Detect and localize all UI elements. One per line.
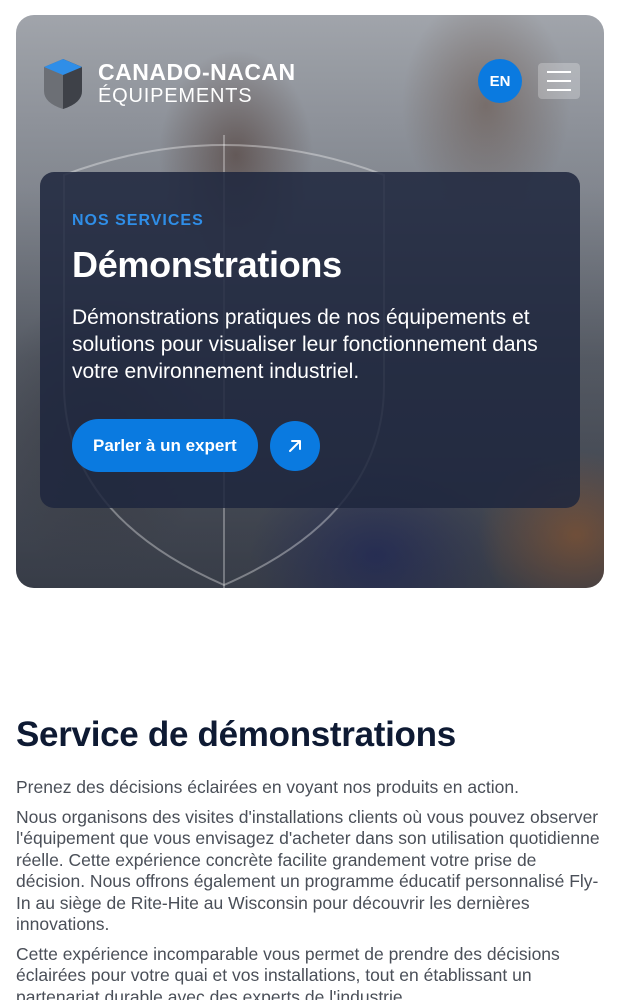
- section-paragraph: Nous organisons des visites d'installati…: [16, 806, 600, 935]
- arrow-link-button[interactable]: [269, 420, 320, 471]
- section-title: Service de démonstrations: [16, 715, 456, 754]
- hero-banner: CANADO-NACAN ÉQUIPEMENTS EN NOS SERVICES…: [16, 15, 604, 588]
- hero-title: Démonstrations: [72, 244, 342, 285]
- cta-row: Parler à un expert: [72, 419, 548, 472]
- hamburger-menu-icon[interactable]: [538, 63, 580, 99]
- shield-logo-icon: [44, 59, 82, 109]
- logo-name: CANADO-NACAN: [98, 58, 296, 85]
- talk-to-expert-button[interactable]: Parler à un expert: [72, 419, 258, 472]
- section-paragraph: Cette expérience incomparable vous perme…: [16, 943, 560, 1000]
- hero-description: Démonstrations pratiques de nos équipeme…: [72, 306, 538, 383]
- hero-card: NOS SERVICES Démonstrations Démonstratio…: [40, 172, 580, 508]
- section-paragraph: Prenez des décisions éclairées en voyant…: [16, 777, 519, 797]
- brand-logo[interactable]: CANADO-NACAN ÉQUIPEMENTS: [40, 55, 296, 111]
- demo-service-section: Service de démonstrations Prenez des déc…: [16, 715, 606, 1000]
- language-toggle-button[interactable]: EN: [478, 59, 522, 103]
- logo-subtitle: ÉQUIPEMENTS: [98, 84, 253, 107]
- arrow-up-right-icon: [288, 439, 301, 452]
- hero-eyebrow: NOS SERVICES: [72, 212, 204, 229]
